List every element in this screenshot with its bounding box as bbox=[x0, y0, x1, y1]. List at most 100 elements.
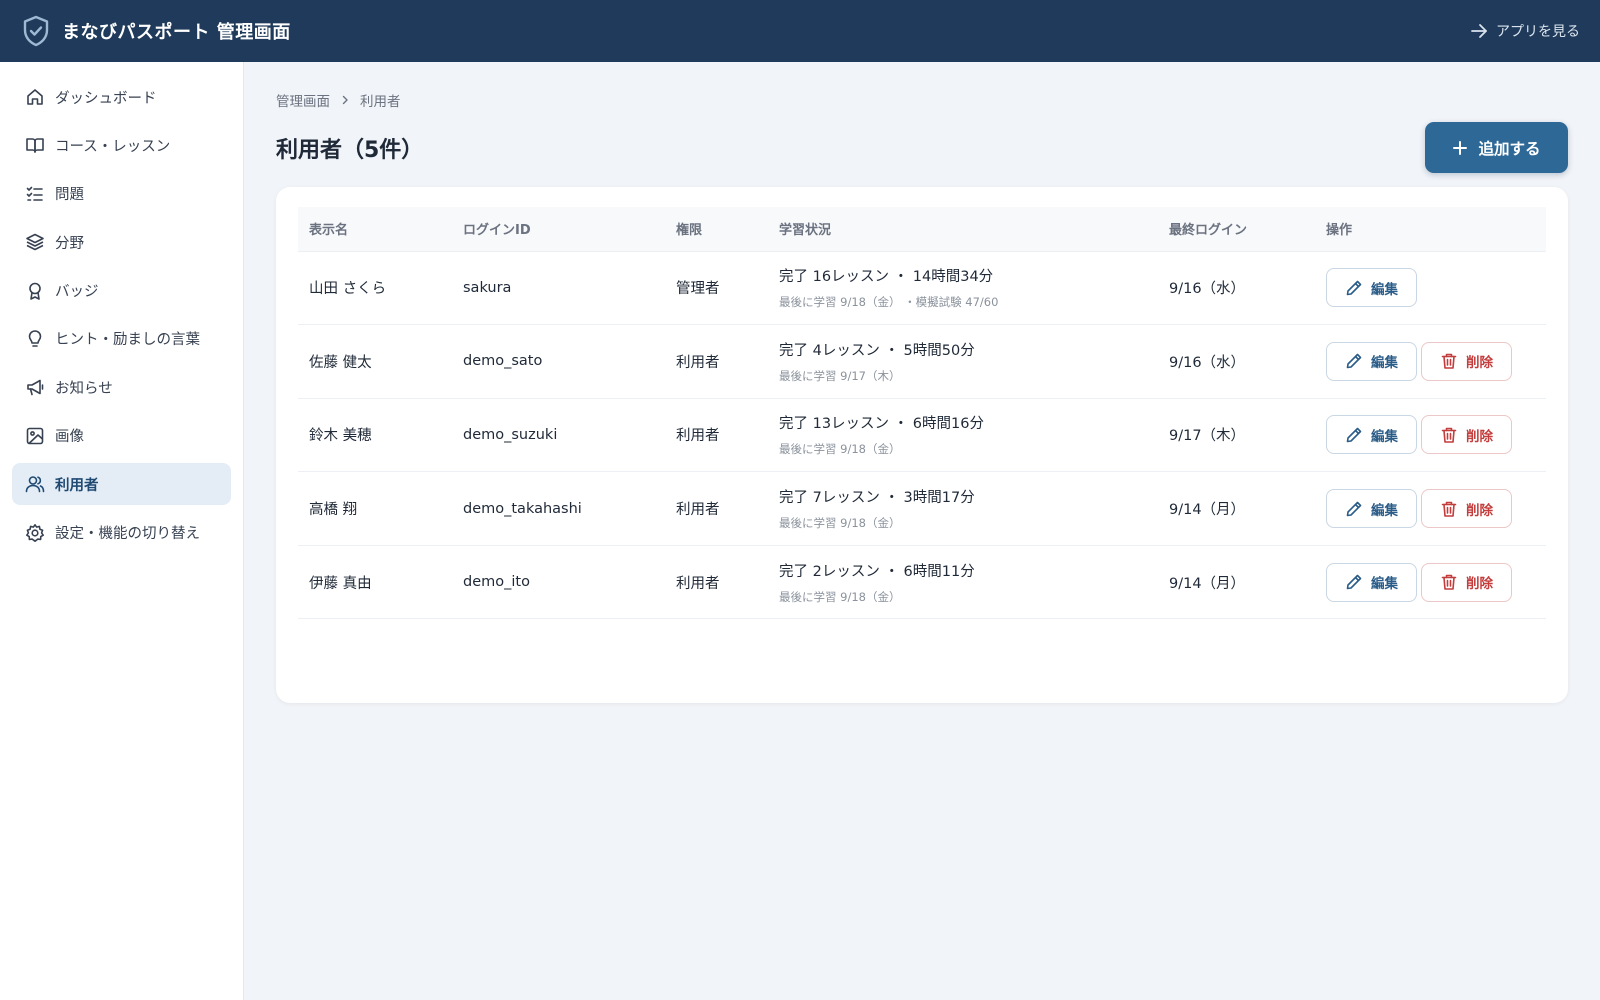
learning-status-detail: 最後に学習 9/18（金） bbox=[779, 516, 901, 531]
home-icon bbox=[25, 87, 45, 107]
trash-icon bbox=[1440, 573, 1458, 591]
view-app-link[interactable]: アプリを見る bbox=[1470, 21, 1580, 41]
sidebar-item-dashboard[interactable]: ダッシュボード bbox=[12, 76, 231, 118]
view-app-label: アプリを見る bbox=[1496, 24, 1580, 40]
column-header-name: 表示名 bbox=[298, 207, 452, 252]
learning-status-detail: 最後に学習 9/17（木） bbox=[779, 368, 901, 383]
user-login-id: demo_takahashi bbox=[452, 471, 665, 546]
delete-button[interactable]: 削除 bbox=[1421, 341, 1512, 381]
checklist-icon bbox=[25, 184, 45, 204]
brand[interactable]: まなびパスポート 管理画面 bbox=[22, 15, 291, 47]
sidebar-item-label: コース・レッスン bbox=[55, 138, 171, 155]
delete-label: 削除 bbox=[1466, 502, 1493, 519]
table-row: 佐藤 健太 demo_sato 利用者 完了 4レッスン ・ 5時間50分 最後… bbox=[298, 324, 1546, 399]
learning-status: 完了 7レッスン ・ 3時間17分 最後に学習 9/18（金） bbox=[768, 471, 1158, 546]
table-row: 山田 さくら sakura 管理者 完了 16レッスン ・ 14時間34分 最後… bbox=[298, 251, 1546, 326]
sidebar-item-hints[interactable]: ヒント・励ましの言葉 bbox=[12, 318, 231, 360]
edit-label: 編集 bbox=[1371, 576, 1398, 593]
edit-button[interactable]: 編集 bbox=[1326, 341, 1417, 381]
sidebar-item-label: お知らせ bbox=[55, 380, 113, 397]
user-name: 佐藤 健太 bbox=[298, 324, 452, 399]
arrow-right-icon bbox=[1470, 22, 1488, 40]
edit-button[interactable]: 編集 bbox=[1326, 415, 1417, 455]
edit-button[interactable]: 編集 bbox=[1326, 268, 1417, 308]
sidebar-item-questions[interactable]: 問題 bbox=[12, 173, 231, 215]
table-header-row: 表示名 ログインID 権限 学習状況 最終ログイン 操作 bbox=[298, 207, 1546, 252]
user-role: 利用者 bbox=[665, 324, 768, 399]
edit-label: 編集 bbox=[1371, 281, 1398, 298]
learning-status: 完了 13レッスン ・ 6時間16分 最後に学習 9/18（金） bbox=[768, 398, 1158, 473]
delete-button[interactable]: 削除 bbox=[1421, 489, 1512, 529]
add-user-label: 追加する bbox=[1478, 139, 1541, 158]
last-login: 9/14（月） bbox=[1158, 545, 1315, 620]
user-login-id: demo_sato bbox=[452, 324, 665, 399]
column-header-actions: 操作 bbox=[1315, 207, 1546, 252]
learning-status-summary: 完了 7レッスン ・ 3時間17分 bbox=[779, 490, 975, 507]
user-login-id: sakura bbox=[452, 251, 665, 326]
page-title: 利用者（5件） bbox=[276, 138, 424, 163]
row-actions: 編集 bbox=[1315, 251, 1546, 326]
learning-status-summary: 完了 13レッスン ・ 6時間16分 bbox=[779, 416, 984, 433]
delete-button[interactable]: 削除 bbox=[1421, 415, 1512, 455]
edit-label: 編集 bbox=[1371, 502, 1398, 519]
sidebar-item-label: 利用者 bbox=[55, 477, 99, 494]
table-row: 鈴木 美穂 demo_suzuki 利用者 完了 13レッスン ・ 6時間16分… bbox=[298, 398, 1546, 473]
row-actions: 編集 削除 bbox=[1315, 324, 1546, 399]
user-name: 鈴木 美穂 bbox=[298, 398, 452, 473]
row-actions: 編集 削除 bbox=[1315, 471, 1546, 546]
users-icon bbox=[25, 474, 45, 494]
last-login: 9/17（木） bbox=[1158, 398, 1315, 473]
sidebar-item-images[interactable]: 画像 bbox=[12, 415, 231, 457]
row-actions: 編集 削除 bbox=[1315, 545, 1546, 620]
pencil-icon bbox=[1345, 352, 1363, 370]
delete-label: 削除 bbox=[1466, 428, 1493, 445]
main-content: 管理画面 利用者 利用者（5件） 追加する 表示名 ログインID 権限 学習状況… bbox=[244, 62, 1600, 1000]
megaphone-icon bbox=[25, 377, 45, 397]
sidebar-item-courses[interactable]: コース・レッスン bbox=[12, 124, 231, 166]
edit-label: 編集 bbox=[1371, 355, 1398, 372]
breadcrumb-current: 利用者 bbox=[360, 94, 401, 110]
user-login-id: demo_ito bbox=[452, 545, 665, 620]
sidebar-item-label: 分野 bbox=[55, 235, 84, 252]
learning-status-summary: 完了 16レッスン ・ 14時間34分 bbox=[779, 269, 994, 286]
last-login: 9/16（水） bbox=[1158, 324, 1315, 399]
edit-button[interactable]: 編集 bbox=[1326, 562, 1417, 602]
table-row: 高橋 翔 demo_takahashi 利用者 完了 7レッスン ・ 3時間17… bbox=[298, 471, 1546, 546]
users-table: 表示名 ログインID 権限 学習状況 最終ログイン 操作 山田 さくら saku… bbox=[298, 207, 1546, 620]
user-login-id: demo_suzuki bbox=[452, 398, 665, 473]
breadcrumb-root[interactable]: 管理画面 bbox=[276, 90, 330, 110]
column-header-status: 学習状況 bbox=[768, 207, 1158, 252]
user-role: 管理者 bbox=[665, 251, 768, 326]
delete-label: 削除 bbox=[1466, 355, 1493, 372]
trash-icon bbox=[1440, 352, 1458, 370]
last-login: 9/16（水） bbox=[1158, 251, 1315, 326]
edit-button[interactable]: 編集 bbox=[1326, 489, 1417, 529]
sidebar-item-settings[interactable]: 設定・機能の切り替え bbox=[12, 512, 231, 554]
edit-label: 編集 bbox=[1371, 428, 1398, 445]
sidebar-item-announcements[interactable]: お知らせ bbox=[12, 366, 231, 408]
users-table-card: 表示名 ログインID 権限 学習状況 最終ログイン 操作 山田 さくら saku… bbox=[276, 187, 1568, 703]
sidebar: ダッシュボード コース・レッスン 問題 分野 バッジ ヒント・励ましの言葉 お知… bbox=[0, 62, 244, 1000]
sidebar-item-label: ダッシュボード bbox=[55, 90, 157, 107]
add-user-button[interactable]: 追加する bbox=[1425, 122, 1568, 173]
last-login: 9/14（月） bbox=[1158, 471, 1315, 546]
pencil-icon bbox=[1345, 426, 1363, 444]
sidebar-item-fields[interactable]: 分野 bbox=[12, 221, 231, 263]
delete-button[interactable]: 削除 bbox=[1421, 562, 1512, 602]
learning-status: 完了 4レッスン ・ 5時間50分 最後に学習 9/17（木） bbox=[768, 324, 1158, 399]
sidebar-item-badges[interactable]: バッジ bbox=[12, 270, 231, 312]
shield-check-icon bbox=[22, 15, 50, 47]
table-row: 伊藤 真由 demo_ito 利用者 完了 2レッスン ・ 6時間11分 最後に… bbox=[298, 545, 1546, 620]
sidebar-item-label: 画像 bbox=[55, 429, 84, 446]
pencil-icon bbox=[1345, 573, 1363, 591]
column-header-role: 権限 bbox=[665, 207, 768, 252]
app-title: まなびパスポート 管理画面 bbox=[62, 22, 291, 43]
trash-icon bbox=[1440, 500, 1458, 518]
learning-status-summary: 完了 2レッスン ・ 6時間11分 bbox=[779, 563, 975, 580]
user-role: 利用者 bbox=[665, 398, 768, 473]
chevron-right-icon bbox=[340, 95, 350, 105]
sidebar-item-users[interactable]: 利用者 bbox=[12, 463, 231, 506]
learning-status-detail: 最後に学習 9/18（金） bbox=[779, 589, 901, 604]
plus-icon bbox=[1452, 140, 1468, 156]
column-header-login-id: ログインID bbox=[452, 207, 665, 252]
